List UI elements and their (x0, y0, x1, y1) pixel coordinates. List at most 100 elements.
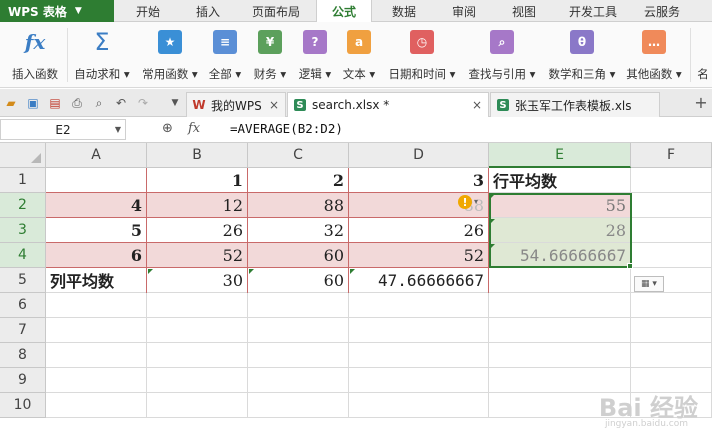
cell-a3[interactable]: 5 (46, 218, 147, 243)
row-header-7[interactable]: 7 (0, 318, 46, 343)
cell-e5[interactable] (489, 268, 631, 293)
cell-a9[interactable] (46, 368, 147, 393)
paste-options-button[interactable]: ▦ ▾ (634, 276, 664, 292)
fill-handle[interactable] (627, 263, 633, 269)
print-icon[interactable]: ⎙ (70, 96, 84, 110)
tab-my-wps[interactable]: W 我的WPS × (186, 92, 286, 117)
common-functions-button[interactable]: ★ 常用函数 ▾ (138, 28, 202, 84)
datetime-functions-button[interactable]: ◷ 日期和时间 ▾ (382, 28, 462, 84)
cell-b2[interactable]: 12 (147, 193, 248, 218)
cell-a4[interactable]: 6 (46, 243, 147, 268)
open-folder-icon[interactable]: ▰ (4, 96, 18, 110)
name-box[interactable]: E2 ▼ (0, 119, 126, 140)
row-header-8[interactable]: 8 (0, 343, 46, 368)
insert-function-button[interactable]: fx 插入函数 (6, 28, 64, 84)
cell-c7[interactable] (248, 318, 349, 343)
menu-tab-insert[interactable]: 插入 (180, 0, 236, 22)
cell-b8[interactable] (147, 343, 248, 368)
menu-tab-formula[interactable]: 公式 (316, 0, 372, 23)
finance-functions-button[interactable]: ¥ 财务 ▾ (249, 28, 291, 84)
cell-f4[interactable] (631, 243, 712, 268)
app-menu-button[interactable]: WPS 表格 ▼ (0, 0, 114, 22)
other-functions-button[interactable]: … 其他函数 ▾ (622, 28, 686, 84)
row-header-1[interactable]: 1 (0, 168, 46, 193)
cell-b10[interactable] (147, 393, 248, 418)
cell-a1[interactable] (46, 168, 147, 193)
col-header-e[interactable]: E (489, 143, 631, 168)
cell-a5[interactable]: 列平均数 (46, 268, 147, 293)
cell-f8[interactable] (631, 343, 712, 368)
col-header-b[interactable]: B (147, 143, 248, 168)
menu-tab-data[interactable]: 数据 (376, 0, 432, 22)
zoom-icon[interactable]: ⊕ (162, 121, 173, 136)
autosum-button[interactable]: Σ 自动求和 ▾ (70, 28, 134, 84)
all-functions-button[interactable]: ≡ 全部 ▾ (204, 28, 246, 84)
cell-c6[interactable] (248, 293, 349, 318)
cell-d3[interactable]: 26 (349, 218, 489, 243)
cell-c8[interactable] (248, 343, 349, 368)
row-header-4[interactable]: 4 (0, 243, 46, 268)
cell-f7[interactable] (631, 318, 712, 343)
tab-search-xlsx[interactable]: S search.xlsx * × (287, 92, 489, 117)
cell-b4[interactable]: 52 (147, 243, 248, 268)
cell-b1[interactable]: 1 (147, 168, 248, 193)
cell-d10[interactable] (349, 393, 489, 418)
cell-b6[interactable] (147, 293, 248, 318)
close-icon[interactable]: × (472, 98, 482, 112)
menu-tab-start[interactable]: 开始 (120, 0, 176, 22)
cell-c10[interactable] (248, 393, 349, 418)
save-icon[interactable]: ▣ (26, 96, 40, 110)
new-tab-plus-icon[interactable]: + (694, 93, 708, 112)
cell-a6[interactable] (46, 293, 147, 318)
cell-f6[interactable] (631, 293, 712, 318)
menu-tab-page-layout[interactable]: 页面布局 (238, 0, 314, 22)
menu-tab-view[interactable]: 视图 (496, 0, 552, 22)
cell-d4[interactable]: 52 (349, 243, 489, 268)
cell-b7[interactable] (147, 318, 248, 343)
row-header-10[interactable]: 10 (0, 393, 46, 418)
undo-icon[interactable]: ↶ (114, 96, 128, 110)
cell-b5[interactable]: 30 (147, 268, 248, 293)
text-functions-button[interactable]: a 文本 ▾ (338, 28, 380, 84)
redo-icon[interactable]: ↷ (136, 96, 150, 110)
logic-functions-button[interactable]: ? 逻辑 ▾ (294, 28, 336, 84)
cell-d1[interactable]: 3 (349, 168, 489, 193)
cell-c5[interactable]: 60 (248, 268, 349, 293)
select-all-corner[interactable] (0, 143, 46, 168)
row-header-5[interactable]: 5 (0, 268, 46, 293)
col-header-c[interactable]: C (248, 143, 349, 168)
print-preview-icon[interactable]: ⌕ (92, 96, 106, 110)
cell-a2[interactable]: 4 (46, 193, 147, 218)
menu-tab-review[interactable]: 审阅 (436, 0, 492, 22)
chevron-down-icon[interactable]: ▾ (474, 197, 478, 206)
cell-e1[interactable]: 行平均数 (489, 168, 631, 193)
name-manager-button[interactable]: 名 (694, 28, 712, 84)
col-header-a[interactable]: A (46, 143, 147, 168)
cell-d9[interactable] (349, 368, 489, 393)
formula-input[interactable]: =AVERAGE(B2:D2) (230, 121, 343, 136)
row-header-3[interactable]: 3 (0, 218, 46, 243)
cell-c9[interactable] (248, 368, 349, 393)
menu-tab-cloud[interactable]: 云服务 (632, 0, 692, 22)
cell-f3[interactable] (631, 218, 712, 243)
row-header-6[interactable]: 6 (0, 293, 46, 318)
tab-template-xls[interactable]: S 张玉军工作表模板.xls (490, 92, 660, 117)
cell-b9[interactable] (147, 368, 248, 393)
lookup-functions-button[interactable]: ⌕ 查找与引用 ▾ (462, 28, 542, 84)
cell-a10[interactable] (46, 393, 147, 418)
math-functions-button[interactable]: θ 数学和三角 ▾ (542, 28, 622, 84)
cell-e7[interactable] (489, 318, 631, 343)
chevron-down-icon[interactable]: ▼ (168, 96, 182, 110)
fx-icon[interactable]: fx (188, 121, 200, 136)
cell-d7[interactable] (349, 318, 489, 343)
cell-b3[interactable]: 26 (147, 218, 248, 243)
close-icon[interactable]: × (269, 98, 279, 112)
cell-c3[interactable]: 32 (248, 218, 349, 243)
menu-tab-developer[interactable]: 开发工具 (558, 0, 628, 22)
col-header-f[interactable]: F (631, 143, 712, 168)
cell-a8[interactable] (46, 343, 147, 368)
warning-icon[interactable]: ! (458, 195, 472, 209)
cell-a7[interactable] (46, 318, 147, 343)
row-header-9[interactable]: 9 (0, 368, 46, 393)
cell-e8[interactable] (489, 343, 631, 368)
